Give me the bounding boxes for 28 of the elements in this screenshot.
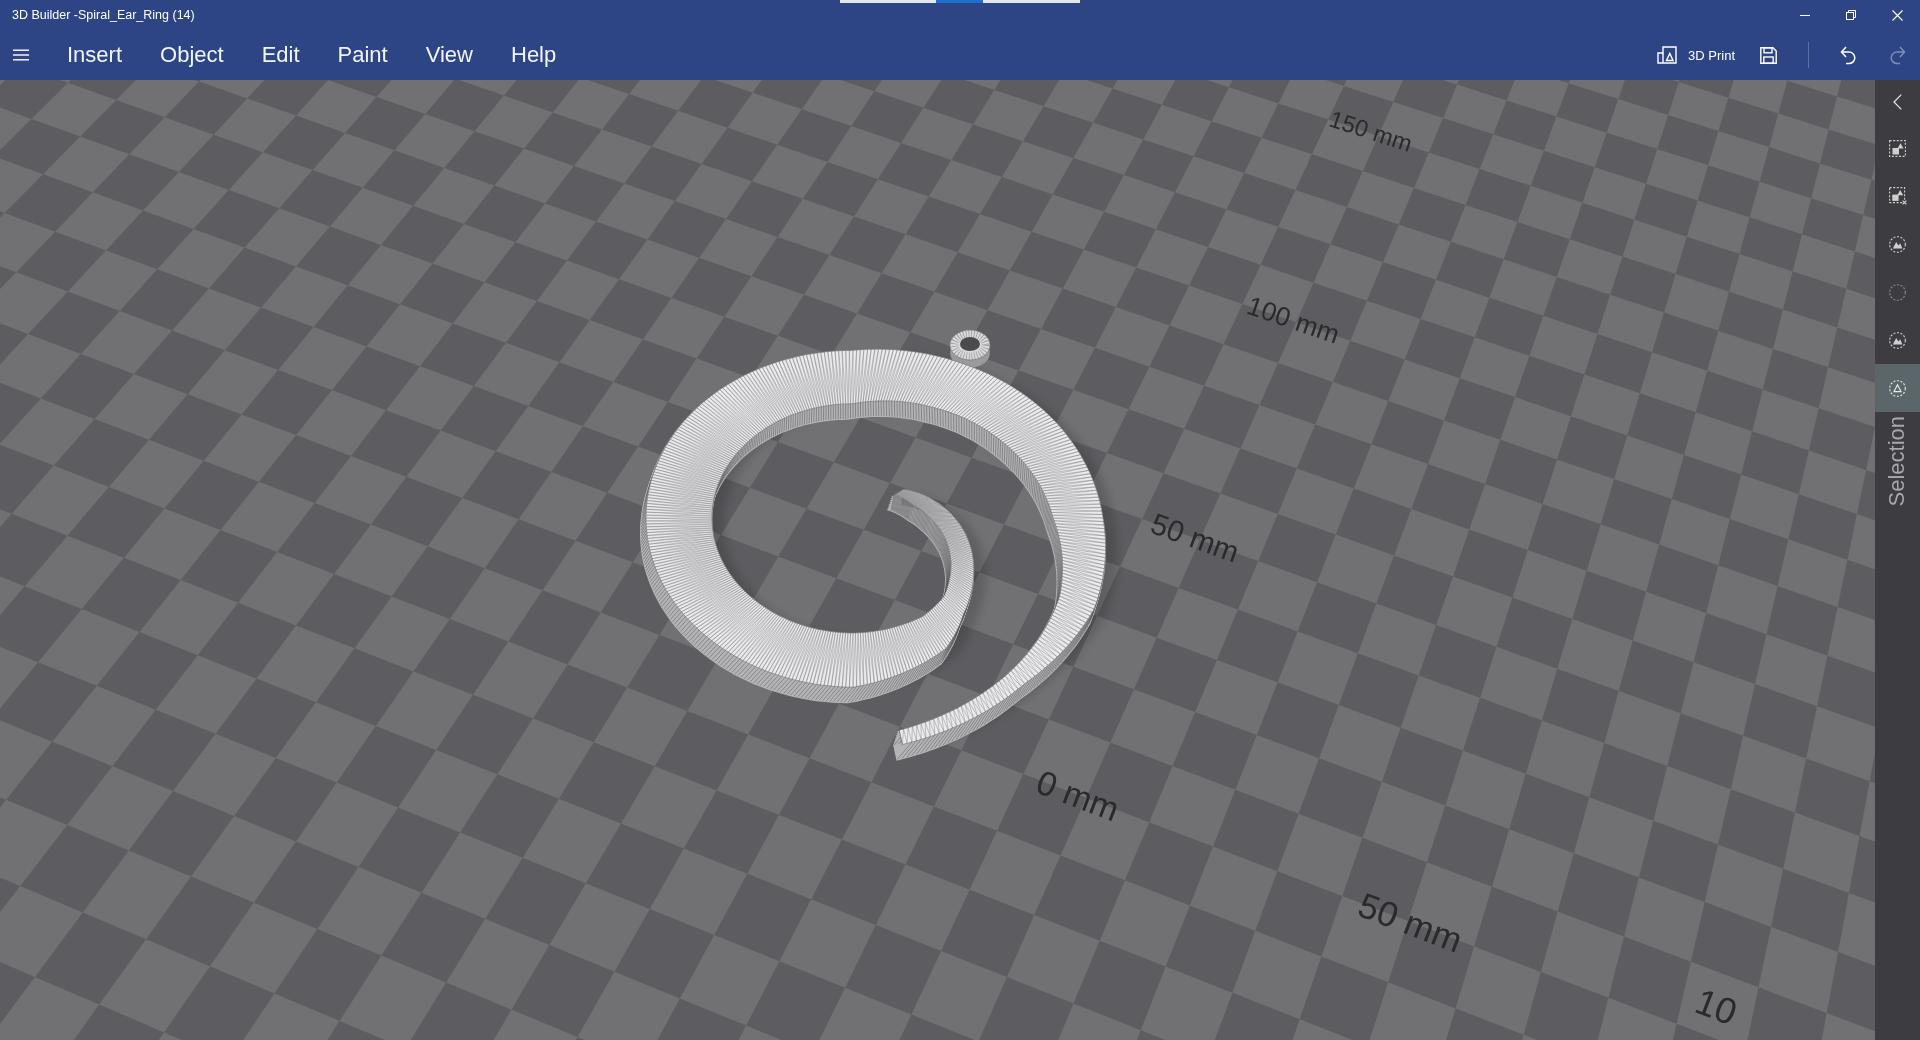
dashed-circle-peaks-icon bbox=[1889, 331, 1906, 349]
window-title: 3D Builder -Spiral_Ear_Ring (14) bbox=[11, 8, 195, 22]
dashed-frame-shapes-cross-icon bbox=[1888, 187, 1907, 205]
plate-axis-label: 50 mm bbox=[1146, 507, 1244, 570]
menu-item[interactable]: View bbox=[406, 33, 492, 77]
dashed-frame-shapes-icon bbox=[1889, 139, 1906, 157]
plate-axis-label: 150 mm bbox=[1326, 106, 1416, 158]
panel-title: Selection bbox=[1885, 416, 1910, 507]
menu-icon[interactable] bbox=[13, 49, 29, 61]
3d-print-button[interactable]: 3D Print bbox=[1647, 40, 1745, 70]
minimize-icon[interactable] bbox=[1800, 14, 1810, 16]
chevron-left-icon[interactable] bbox=[1893, 94, 1902, 110]
menu-item[interactable]: Paint bbox=[318, 33, 407, 77]
menu-item[interactable]: Insert bbox=[48, 33, 142, 77]
save-icon[interactable] bbox=[1760, 46, 1777, 64]
menu-item[interactable]: Edit bbox=[242, 33, 319, 77]
restore-icon[interactable] bbox=[1846, 10, 1856, 20]
menu-item[interactable]: Help bbox=[492, 33, 576, 77]
dashed-circle-icon bbox=[1889, 283, 1906, 301]
close-icon[interactable] bbox=[1891, 9, 1903, 21]
framed-pyramid-icon bbox=[1657, 46, 1678, 64]
plate-axis-label: 10 bbox=[1690, 981, 1743, 1034]
undo-icon[interactable] bbox=[1840, 45, 1856, 65]
plate-axis-label: 0 mm bbox=[1031, 763, 1125, 829]
plate-axis-label: 100 mm bbox=[1243, 291, 1343, 350]
menu-item[interactable]: Object bbox=[141, 33, 243, 77]
plate-axis-label: 50 mm bbox=[1353, 886, 1468, 961]
dashed-circle-peaks-icon bbox=[1889, 235, 1906, 253]
